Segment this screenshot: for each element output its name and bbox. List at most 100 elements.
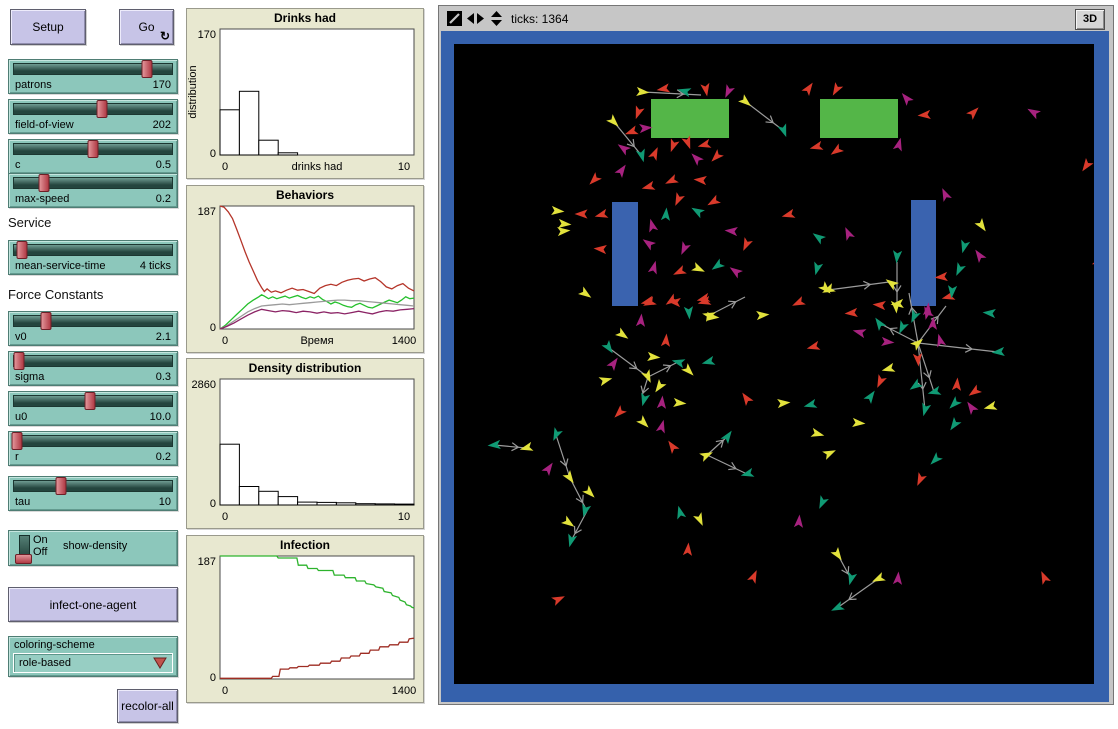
slider-handle[interactable] (141, 60, 152, 78)
density-distribution-chart: 28600010 (187, 359, 421, 526)
switch-handle[interactable] (15, 554, 32, 564)
slider-label: tau (15, 496, 30, 508)
slider-field-of-view[interactable]: field-of-view202 (8, 99, 178, 134)
slider-patrons[interactable]: patrons 170 (8, 59, 178, 94)
go-button[interactable]: Go ↻ (119, 9, 174, 45)
slider-max-speed[interactable]: max-speed 0.2 (8, 173, 178, 208)
infection-chart: 187 00 1400 (187, 536, 421, 700)
plot-drinks-had: 1700010drinks haddistribution Drinks had (186, 8, 424, 179)
slider-value: 4 ticks (140, 260, 171, 272)
slider-track[interactable] (13, 177, 173, 189)
slider-track[interactable] (13, 355, 173, 367)
slider-track[interactable] (13, 435, 173, 447)
svg-text:0: 0 (222, 511, 228, 523)
horizontal-resize-icon (467, 11, 484, 26)
view-resize-icon (447, 11, 462, 26)
slider-tau[interactable]: tau 10 (8, 476, 178, 511)
recolor-button-label: recolor-all (121, 699, 174, 713)
slider-handle[interactable] (39, 174, 50, 192)
slider-value: 0.2 (156, 451, 171, 463)
slider-r[interactable]: r 0.2 (8, 431, 178, 466)
world-canvas[interactable] (454, 44, 1094, 684)
slider-handle[interactable] (40, 312, 51, 330)
go-button-label: Go (138, 20, 154, 34)
svg-text:0: 0 (210, 498, 216, 510)
slider-label: max-speed (15, 193, 69, 205)
slider-value: 10.0 (150, 411, 171, 423)
svg-text:187: 187 (198, 206, 216, 218)
slider-handle[interactable] (16, 241, 27, 259)
chooser-label: coloring-scheme (14, 639, 95, 651)
infect-button-label: infect-one-agent (50, 598, 137, 612)
svg-text:0: 0 (222, 335, 228, 347)
slider-handle[interactable] (88, 140, 99, 158)
recolor-all-button[interactable]: recolor-all (117, 689, 178, 723)
plot-title: Infection (187, 538, 423, 552)
svg-text:1400: 1400 (392, 685, 416, 697)
show-density-switch[interactable]: On Off show-density (8, 530, 178, 566)
slider-u0[interactable]: u0 10.0 (8, 391, 178, 426)
svg-text:2860: 2860 (192, 379, 216, 391)
slider-value: 202 (153, 119, 171, 131)
slider-c[interactable]: c0.5 (8, 139, 178, 174)
view-3d-button[interactable]: 3D (1075, 9, 1105, 30)
svg-text:187: 187 (198, 556, 216, 568)
slider-track[interactable] (13, 103, 173, 115)
world-view-window: ticks: 1364 3D (438, 5, 1114, 705)
slider-handle[interactable] (56, 477, 67, 495)
slider-label: r (15, 451, 19, 463)
svg-text:10: 10 (398, 161, 410, 173)
chooser-value-box[interactable]: role-based (13, 653, 173, 673)
slider-handle[interactable] (97, 100, 108, 118)
slider-label: mean-service-time (15, 260, 105, 272)
behaviors-chart: 187001400Время (187, 186, 421, 350)
slider-value: 170 (153, 79, 171, 91)
slider-track[interactable] (13, 244, 173, 256)
svg-text:0: 0 (222, 161, 228, 173)
slider-track[interactable] (13, 395, 173, 407)
svg-text:drinks had: drinks had (292, 161, 343, 173)
slider-label: u0 (15, 411, 27, 423)
slider-v0[interactable]: v0 2.1 (8, 311, 178, 346)
vertical-resize-icon (489, 11, 504, 26)
slider-mean-service-time[interactable]: mean-service-time 4 ticks (8, 240, 178, 275)
slider-track[interactable] (13, 143, 173, 155)
section-force-constants: Force Constants (8, 287, 103, 302)
infect-one-agent-button[interactable]: infect-one-agent (8, 587, 178, 622)
slider-handle[interactable] (13, 352, 24, 370)
plot-title: Density distribution (187, 361, 423, 375)
world-frame (441, 31, 1109, 702)
plot-density-distribution: 28600010 Density distribution (186, 358, 424, 529)
switch-off-label: Off (33, 546, 47, 558)
svg-text:0: 0 (210, 148, 216, 160)
switch-name-label: show-density (63, 540, 127, 552)
section-service: Service (8, 215, 51, 230)
slider-label: v0 (15, 331, 27, 343)
slider-value: 2.1 (156, 331, 171, 343)
slider-value: 10 (159, 496, 171, 508)
slider-sigma[interactable]: sigma 0.3 (8, 351, 178, 386)
drinks-had-chart: 1700010drinks haddistribution (187, 9, 421, 176)
slider-track[interactable] (13, 315, 173, 327)
svg-text:0: 0 (210, 672, 216, 684)
svg-text:1400: 1400 (392, 335, 416, 347)
chooser-value: role-based (19, 657, 71, 669)
slider-track[interactable] (13, 63, 173, 75)
slider-label: patrons (15, 79, 52, 91)
slider-value: 0.3 (156, 371, 171, 383)
slider-track[interactable] (13, 480, 173, 492)
plot-title: Drinks had (187, 11, 423, 25)
forever-icon: ↻ (160, 29, 170, 43)
slider-handle[interactable] (12, 432, 23, 450)
coloring-scheme-chooser[interactable]: coloring-scheme role-based (8, 636, 178, 677)
slider-value: 0.2 (156, 193, 171, 205)
svg-text:Время: Время (300, 335, 333, 347)
setup-button[interactable]: Setup (10, 9, 86, 45)
world-agents-layer (454, 44, 1094, 684)
slider-label: sigma (15, 371, 44, 383)
plot-title: Behaviors (187, 188, 423, 202)
svg-text:170: 170 (198, 29, 216, 41)
slider-handle[interactable] (84, 392, 95, 410)
svg-text:0: 0 (222, 685, 228, 697)
dropdown-triangle-icon (153, 657, 167, 669)
